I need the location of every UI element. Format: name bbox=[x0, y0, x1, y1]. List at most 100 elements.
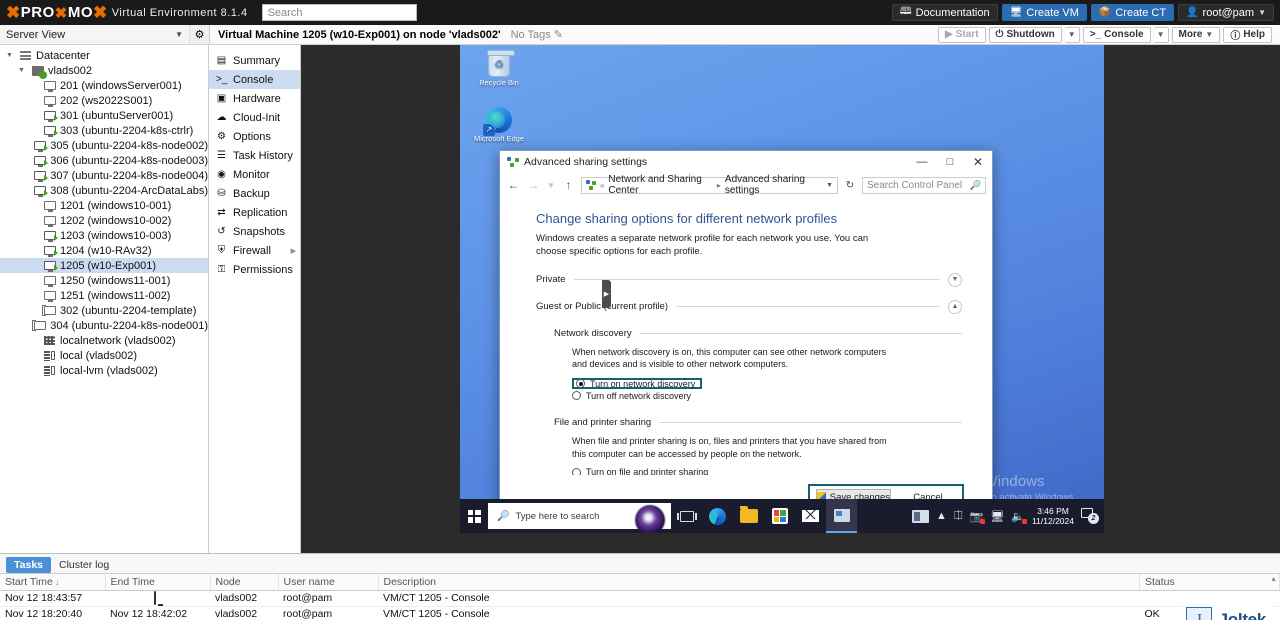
shutdown-button[interactable]: ⏻ Shutdown bbox=[989, 27, 1062, 43]
breadcrumb-item-network-sharing-center[interactable]: Network and Sharing Center bbox=[608, 174, 713, 196]
radio-turn-off-network-discovery[interactable]: Turn off network discovery bbox=[572, 390, 962, 401]
start-button[interactable] bbox=[460, 510, 488, 523]
server-view-select[interactable]: Server View ▼ bbox=[0, 25, 190, 44]
tree-item-306-ubuntu-2204-k8s-node003[interactable]: 306 (ubuntu-2204-k8s-node003) bbox=[0, 153, 208, 168]
tree-item-local-lvm-vlads002[interactable]: local-lvm (vlads002) bbox=[0, 363, 208, 378]
column-header-start-time[interactable]: Start Time ↓ bbox=[0, 574, 105, 590]
vm-menu-item-replication[interactable]: ⇄Replication bbox=[209, 203, 300, 222]
breadcrumb-overflow[interactable]: « bbox=[600, 181, 604, 190]
tree-item-305-ubuntu-2204-k8s-node002[interactable]: 305 (ubuntu-2204-k8s-node002) bbox=[0, 138, 208, 153]
window-titlebar[interactable]: Advanced sharing settings — □ ✕ bbox=[500, 151, 992, 173]
display-settings-icon[interactable]: 📷 bbox=[970, 510, 984, 523]
profile-row-public[interactable]: Guest or Public (current profile) ▲ bbox=[536, 300, 962, 314]
back-icon[interactable]: ← bbox=[506, 178, 521, 192]
vm-menu-item-task-history[interactable]: ☰Task History bbox=[209, 146, 300, 165]
tree-item-201-windowsserver001[interactable]: 201 (windowsServer001) bbox=[0, 78, 208, 93]
tree-item-302-ubuntu-2204-template[interactable]: 302 (ubuntu-2204-template) bbox=[0, 303, 208, 318]
taskbar-search-input[interactable]: 🔍 Type here to search bbox=[488, 503, 671, 529]
chevron-down-icon[interactable]: ▼ bbox=[826, 182, 833, 189]
address-bar[interactable]: « Network and Sharing Center ▸ Advanced … bbox=[581, 177, 838, 194]
chevron-down-icon[interactable]: ▼ bbox=[948, 273, 962, 287]
console-button[interactable]: >_ Console bbox=[1083, 27, 1151, 43]
profile-row-private[interactable]: Private ▼ bbox=[536, 273, 962, 287]
maximize-button[interactable]: □ bbox=[936, 151, 964, 173]
tree-item-1202-windows10-002[interactable]: 1202 (windows10-002) bbox=[0, 213, 208, 228]
desktop-icon-recycle-bin[interactable]: Recycle Bin bbox=[472, 53, 526, 88]
vm-menu-item-options[interactable]: ⚙Options bbox=[209, 127, 300, 146]
taskbar-clock[interactable]: 3:46 PM 11/12/2024 bbox=[1032, 506, 1074, 526]
chevron-down-icon[interactable]: ▼ bbox=[18, 67, 27, 74]
breadcrumb-item-advanced-sharing[interactable]: Advanced sharing settings bbox=[725, 174, 822, 196]
vm-menu-item-monitor[interactable]: ◉Monitor bbox=[209, 165, 300, 184]
panel-collapse-handle[interactable]: ▶ bbox=[602, 280, 611, 308]
minimize-button[interactable]: — bbox=[908, 151, 936, 173]
tree-item-303-ubuntu-2204-k8s-ctrlr[interactable]: 303 (ubuntu-2204-k8s-ctrlr) bbox=[0, 123, 208, 138]
vm-menu-item-snapshots[interactable]: ↺Snapshots bbox=[209, 222, 300, 241]
tab-tasks[interactable]: Tasks bbox=[6, 557, 51, 573]
column-header-user-name[interactable]: User name bbox=[278, 574, 378, 590]
tree-item-304-ubuntu-2204-k8s-node001[interactable]: 304 (ubuntu-2204-k8s-node001) bbox=[0, 318, 208, 333]
task-view-button[interactable] bbox=[671, 499, 702, 533]
taskbar-mail-button[interactable] bbox=[795, 499, 826, 533]
show-hidden-icons-chevron[interactable]: ▲ bbox=[936, 510, 947, 522]
shutdown-dropdown[interactable]: ▼ bbox=[1065, 27, 1080, 43]
help-button[interactable]: ⓘ Help bbox=[1223, 27, 1272, 43]
documentation-button[interactable]: 🕮 Documentation bbox=[892, 4, 998, 21]
chevron-down-icon[interactable]: ▼ bbox=[6, 52, 15, 59]
tree-item-local-vlads002[interactable]: local (vlads002) bbox=[0, 348, 208, 363]
create-ct-button[interactable]: 📦 Create CT bbox=[1091, 4, 1174, 21]
tree-item-1250-windows11-001[interactable]: 1250 (windows11-001) bbox=[0, 273, 208, 288]
network-tray-icon[interactable]: 🖥 bbox=[990, 510, 1004, 523]
vm-menu-item-hardware[interactable]: ▣Hardware bbox=[209, 89, 300, 108]
taskbar-store-button[interactable] bbox=[764, 499, 795, 533]
action-center-button[interactable]: 2 bbox=[1081, 508, 1099, 524]
volume-icon[interactable]: 🔈 bbox=[1011, 510, 1025, 523]
close-icon[interactable]: ✕ bbox=[964, 151, 992, 173]
radio-turn-on-file-printer-sharing[interactable]: Turn on file and printer sharing bbox=[572, 467, 962, 476]
tree-item-202-ws2022s001[interactable]: 202 (ws2022S001) bbox=[0, 93, 208, 108]
tree-item-1205-w10-exp001[interactable]: 1205 (w10-Exp001) bbox=[0, 258, 208, 273]
column-header-description[interactable]: Description bbox=[378, 574, 1140, 590]
table-row[interactable]: Nov 12 18:43:57vlads002root@pamVM/CT 120… bbox=[0, 590, 1280, 606]
vm-menu-item-console[interactable]: >_Console bbox=[209, 70, 300, 89]
user-menu-button[interactable]: 👤 root@pam ▼ bbox=[1178, 4, 1274, 21]
tree-item-vlads002[interactable]: ▼vlads002 bbox=[0, 63, 208, 78]
console-viewport[interactable]: ▶ Recycle Bin ↗ Microsoft Edge Activate … bbox=[301, 45, 1280, 553]
vm-menu-item-backup[interactable]: ⛁Backup bbox=[209, 184, 300, 203]
column-header-status[interactable]: Status bbox=[1140, 574, 1280, 590]
tree-item-datacenter[interactable]: ▼Datacenter bbox=[0, 48, 208, 63]
pencil-icon[interactable]: ✎ bbox=[554, 28, 563, 41]
taskbar-edge-button[interactable] bbox=[702, 499, 733, 533]
desktop-icon-edge[interactable]: ↗ Microsoft Edge bbox=[472, 107, 526, 144]
tree-item-1251-windows11-002[interactable]: 1251 (windows11-002) bbox=[0, 288, 208, 303]
taskbar-file-explorer-button[interactable] bbox=[733, 499, 764, 533]
start-button[interactable]: ▶ Start bbox=[938, 27, 986, 43]
vm-menu-item-permissions[interactable]: ⚿Permissions bbox=[209, 260, 300, 279]
recent-locations-icon[interactable]: ▼ bbox=[546, 181, 556, 190]
proxmox-logo[interactable]: ✖PRO✖MO✖ Virtual Environment 8.1.4 bbox=[6, 3, 248, 23]
forward-icon[interactable]: → bbox=[526, 178, 541, 192]
settings-gear-button[interactable]: ⚙ bbox=[190, 25, 210, 44]
tree-item-301-ubuntuserver001[interactable]: 301 (ubuntuServer001) bbox=[0, 108, 208, 123]
control-panel-search-input[interactable]: Search Control Panel 🔍 bbox=[862, 177, 986, 194]
tree-item-307-ubuntu-2204-k8s-node004[interactable]: 307 (ubuntu-2204-k8s-node004) bbox=[0, 168, 208, 183]
radio-turn-on-network-discovery[interactable]: Turn on network discovery bbox=[572, 378, 702, 389]
taskbar-control-panel-button[interactable] bbox=[826, 499, 857, 533]
refresh-icon[interactable]: ↻ bbox=[843, 180, 857, 191]
vm-menu-item-cloud-init[interactable]: ☁Cloud-Init bbox=[209, 108, 300, 127]
more-button[interactable]: More ▼ bbox=[1172, 27, 1221, 43]
windows-desktop[interactable]: Recycle Bin ↗ Microsoft Edge Activate Wi… bbox=[460, 45, 1104, 533]
tags-editor[interactable]: No Tags ✎ bbox=[511, 28, 563, 41]
scroll-up-icon[interactable]: ▲ bbox=[1270, 576, 1277, 583]
advanced-sharing-settings-window[interactable]: Advanced sharing settings — □ ✕ ← → ▼ ↑ … bbox=[499, 150, 993, 520]
create-vm-button[interactable]: 🖥 Create VM bbox=[1002, 4, 1087, 21]
chevron-up-icon[interactable]: ▲ bbox=[948, 300, 962, 314]
search-input[interactable]: Search bbox=[262, 4, 417, 21]
column-header-node[interactable]: Node bbox=[210, 574, 278, 590]
table-row[interactable]: Nov 12 18:20:40Nov 12 18:42:02vlads002ro… bbox=[0, 606, 1280, 620]
tree-item-308-ubuntu-2204-arcdatalabs[interactable]: 308 (ubuntu-2204-ArcDataLabs) bbox=[0, 183, 208, 198]
cortana-icon[interactable] bbox=[635, 505, 665, 533]
news-and-interests-icon[interactable] bbox=[912, 510, 929, 523]
safely-remove-hardware-icon[interactable]: ⎅ bbox=[954, 510, 963, 523]
vm-menu-item-summary[interactable]: ▤Summary bbox=[209, 51, 300, 70]
